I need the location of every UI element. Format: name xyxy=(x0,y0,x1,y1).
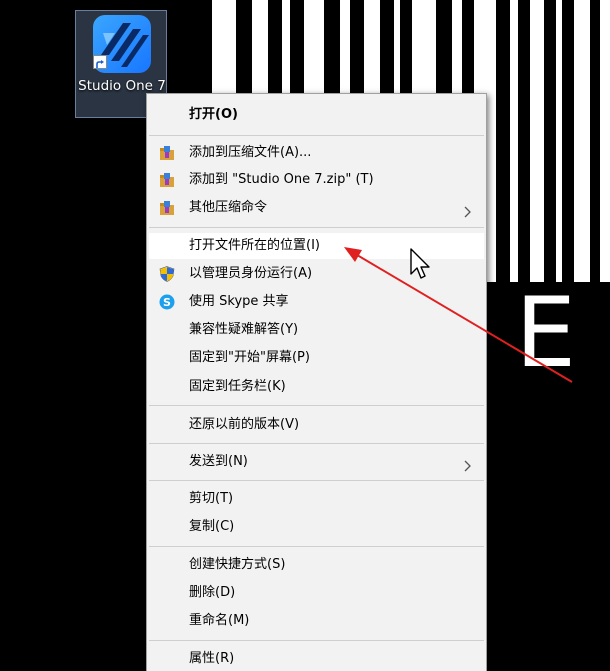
menu-item-compatibility[interactable]: 兼容性疑难解答(Y) xyxy=(149,317,484,343)
menu-item-add-to-zip[interactable]: 添加到 "Studio One 7.zip" (T) xyxy=(149,167,484,193)
menu-item-other-compress[interactable]: 其他压缩命令 xyxy=(149,195,484,221)
skype-icon: S xyxy=(159,294,175,310)
menu-separator xyxy=(149,640,484,641)
menu-item-cut[interactable]: 剪切(T) xyxy=(149,486,484,512)
context-menu: 打开(O) 添加到压缩文件(A)... 添加到 "Studio One 7.zi… xyxy=(146,93,487,671)
menu-item-create-shortcut[interactable]: 创建快捷方式(S) xyxy=(149,552,484,578)
desktop: E Studio One 7 打开(O) 添加到压缩文件(A)... 添加到 "… xyxy=(0,0,610,671)
svg-text:S: S xyxy=(163,296,171,309)
menu-item-pin-taskbar[interactable]: 固定到任务栏(K) xyxy=(149,374,484,400)
menu-item-label: 兼容性疑难解答(Y) xyxy=(189,322,299,337)
menu-item-label: 属性(R) xyxy=(189,651,235,666)
winrar-archive-icon xyxy=(159,172,175,188)
menu-separator xyxy=(149,480,484,481)
menu-item-label: 添加到 "Studio One 7.zip" (T) xyxy=(189,172,374,187)
menu-item-label: 复制(C) xyxy=(189,519,235,534)
winrar-archive-icon xyxy=(159,145,175,161)
menu-item-label: 剪切(T) xyxy=(189,491,234,506)
menu-item-add-to-archive[interactable]: 添加到压缩文件(A)... xyxy=(149,140,484,166)
menu-item-label: 还原以前的版本(V) xyxy=(189,417,300,432)
menu-separator xyxy=(149,546,484,547)
menu-item-label: 其他压缩命令 xyxy=(189,200,268,215)
chevron-right-icon xyxy=(464,202,472,218)
menu-item-delete[interactable]: 删除(D) xyxy=(149,580,484,606)
menu-item-label: 添加到压缩文件(A)... xyxy=(189,145,312,160)
mouse-cursor-icon xyxy=(410,248,434,282)
menu-item-restore-versions[interactable]: 还原以前的版本(V) xyxy=(149,412,484,438)
menu-item-send-to[interactable]: 发送到(N) xyxy=(149,449,484,475)
menu-item-label: 删除(D) xyxy=(189,585,236,600)
menu-item-label: 以管理员身份运行(A) xyxy=(189,266,313,281)
menu-item-rename[interactable]: 重命名(M) xyxy=(149,608,484,634)
menu-item-label: 重命名(M) xyxy=(189,613,250,628)
menu-item-label: 固定到任务栏(K) xyxy=(189,379,286,394)
chevron-right-icon xyxy=(464,456,472,472)
menu-item-label: 固定到"开始"屏幕(P) xyxy=(189,350,310,365)
menu-item-label: 发送到(N) xyxy=(189,454,248,469)
winrar-archive-icon xyxy=(159,200,175,216)
wallpaper-letter: E xyxy=(515,277,576,389)
menu-separator xyxy=(149,135,484,136)
menu-item-label: 创建快捷方式(S) xyxy=(189,557,286,572)
menu-item-label: 打开文件所在的位置(I) xyxy=(189,238,320,253)
menu-item-open[interactable]: 打开(O) xyxy=(149,102,484,128)
menu-separator xyxy=(149,443,484,444)
menu-item-pin-start[interactable]: 固定到"开始"屏幕(P) xyxy=(149,345,484,371)
menu-item-copy[interactable]: 复制(C) xyxy=(149,514,484,540)
menu-separator xyxy=(149,227,484,228)
menu-item-label: 打开(O) xyxy=(189,107,238,122)
menu-item-properties[interactable]: 属性(R) xyxy=(149,646,484,671)
menu-separator xyxy=(149,405,484,406)
shortcut-arrow-icon xyxy=(93,55,107,69)
menu-item-label: 使用 Skype 共享 xyxy=(189,294,289,309)
uac-shield-icon xyxy=(159,266,175,282)
menu-item-share-skype[interactable]: S 使用 Skype 共享 xyxy=(149,289,484,315)
